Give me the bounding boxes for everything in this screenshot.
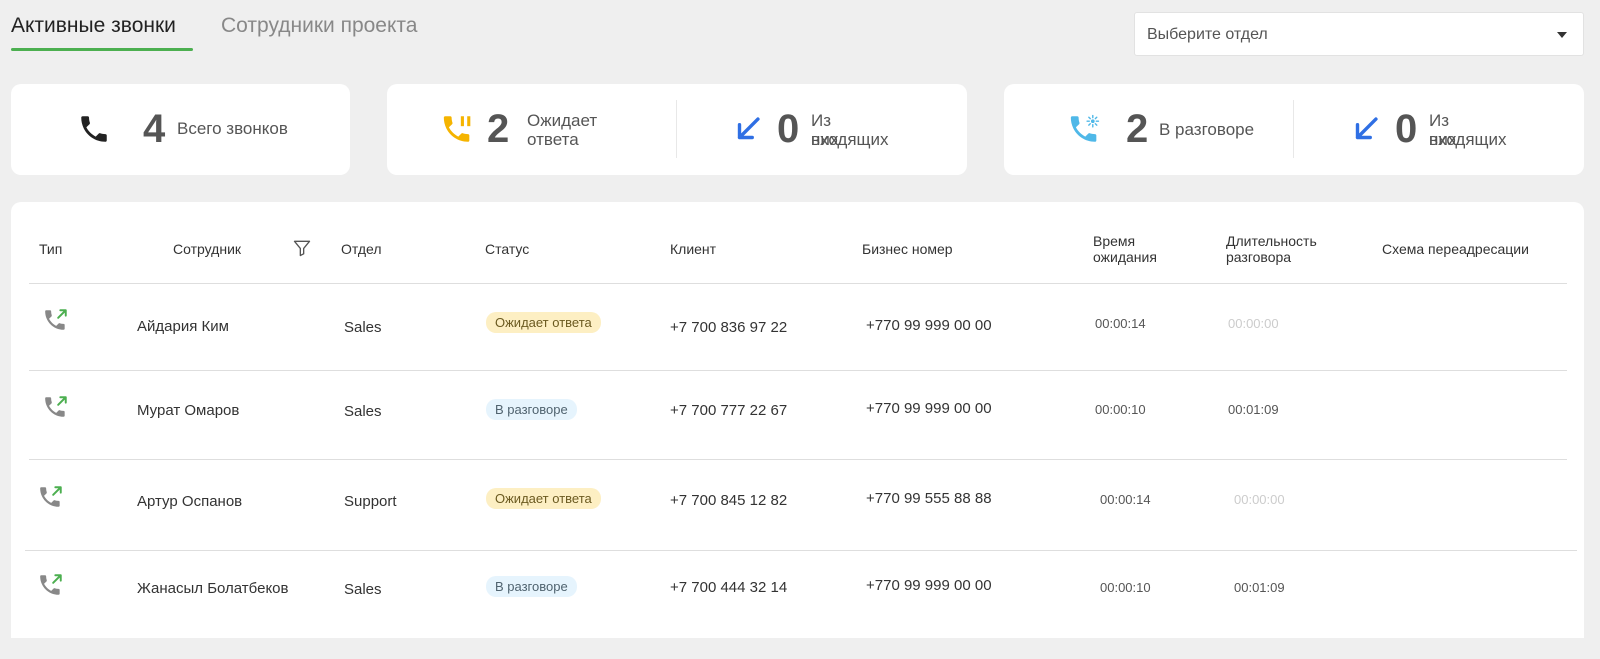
header-wait-time-line2: ожидания: [1093, 249, 1157, 265]
employee-name: Мурат Омаров: [137, 402, 240, 419]
active-calls-table: Тип Сотрудник Отдел Статус Клиент Бизнес…: [11, 202, 1584, 638]
header-duration-line1: Длительность: [1226, 233, 1317, 249]
department-select-placeholder: Выберите отдел: [1147, 26, 1268, 43]
employee-name: Артур Оспанов: [137, 493, 243, 510]
header-forwarding-scheme: Схема переадресации: [1382, 241, 1529, 257]
header-divider: [29, 283, 1567, 284]
stat-card-talking: 2 В разговоре 0 Из них входящих: [1004, 84, 1584, 175]
talk-duration: 00:01:09: [1228, 402, 1279, 417]
card-divider: [1293, 100, 1294, 158]
header-client: Клиент: [670, 241, 717, 257]
talking-incoming-count: 0: [1395, 107, 1418, 151]
stat-card-waiting: 2 Ожидает ответа 0 Из них входящих: [387, 84, 967, 175]
talking-label: В разговоре: [1159, 120, 1255, 139]
stat-card-total: 4 Всего звонков: [11, 84, 350, 175]
talk-duration: 00:00:00: [1234, 492, 1285, 507]
business-number: +770 99 999 00 00: [866, 577, 992, 594]
wait-time: 00:00:10: [1095, 402, 1146, 417]
filter-icon[interactable]: [292, 238, 312, 258]
client-number: +7 700 836 97 22: [670, 319, 788, 336]
outgoing-call-icon: [40, 486, 62, 507]
outgoing-call-icon: [40, 574, 62, 595]
wait-time: 00:00:14: [1100, 492, 1151, 507]
outgoing-call-icon: [45, 309, 67, 330]
status-badge: Ожидает ответа: [486, 312, 601, 333]
chevron-down-icon: [1557, 32, 1567, 38]
talk-duration: 00:01:09: [1234, 580, 1285, 595]
active-tab-indicator: [11, 48, 193, 51]
waiting-count: 2: [487, 107, 510, 151]
talking-count: 2: [1126, 107, 1149, 151]
waiting-incoming-count: 0: [777, 107, 800, 151]
department: Sales: [344, 403, 382, 420]
total-calls-label: Всего звонков: [177, 119, 288, 138]
row-divider: [29, 459, 1567, 460]
client-number: +7 700 777 22 67: [670, 402, 788, 419]
phone-hold-icon: [443, 116, 471, 142]
department: Sales: [344, 319, 382, 336]
header-status: Статус: [485, 241, 530, 257]
header-department: Отдел: [341, 241, 382, 257]
client-number: +7 700 444 32 14: [670, 579, 788, 596]
business-number: +770 99 999 00 00: [866, 317, 992, 334]
tab-project-employees[interactable]: Сотрудники проекта: [221, 14, 417, 38]
talking-incoming-label-line2: входящих: [1429, 130, 1507, 149]
department: Support: [344, 493, 397, 510]
row-divider: [29, 370, 1567, 371]
status-badge: В разговоре: [486, 399, 577, 420]
waiting-incoming-label-line2: входящих: [811, 130, 889, 149]
row-divider: [25, 550, 1577, 551]
header-duration-line2: разговора: [1226, 249, 1292, 265]
waiting-label-line2: ответа: [527, 130, 579, 149]
department: Sales: [344, 581, 382, 598]
header-business-number: Бизнес номер: [862, 241, 953, 257]
waiting-label-line1: Ожидает: [527, 111, 598, 130]
phone-icon: [81, 116, 107, 142]
employee-name: Жанасыл Болатбеков: [137, 580, 289, 597]
business-number: +770 99 555 88 88: [866, 490, 992, 507]
client-number: +7 700 845 12 82: [670, 492, 788, 509]
talk-duration: 00:00:00: [1228, 316, 1279, 331]
incoming-arrow-icon: [1355, 117, 1378, 140]
tab-active-calls[interactable]: Активные звонки: [11, 14, 176, 38]
status-badge: В разговоре: [486, 576, 577, 597]
employee-name: Айдария Ким: [137, 318, 229, 335]
header-wait-time-line1: Время: [1093, 233, 1136, 249]
header-type: Тип: [39, 241, 63, 257]
department-select[interactable]: Выберите отдел: [1134, 12, 1584, 56]
total-calls-count: 4: [143, 107, 166, 151]
status-badge: Ожидает ответа: [486, 488, 601, 509]
business-number: +770 99 999 00 00: [866, 400, 992, 417]
card-divider: [676, 100, 677, 158]
wait-time: 00:00:14: [1095, 316, 1146, 331]
incoming-arrow-icon: [737, 117, 760, 140]
outgoing-call-icon: [45, 396, 67, 417]
wait-time: 00:00:10: [1100, 580, 1151, 595]
header-employee: Сотрудник: [173, 241, 242, 257]
phone-active-icon: [1070, 114, 1100, 142]
